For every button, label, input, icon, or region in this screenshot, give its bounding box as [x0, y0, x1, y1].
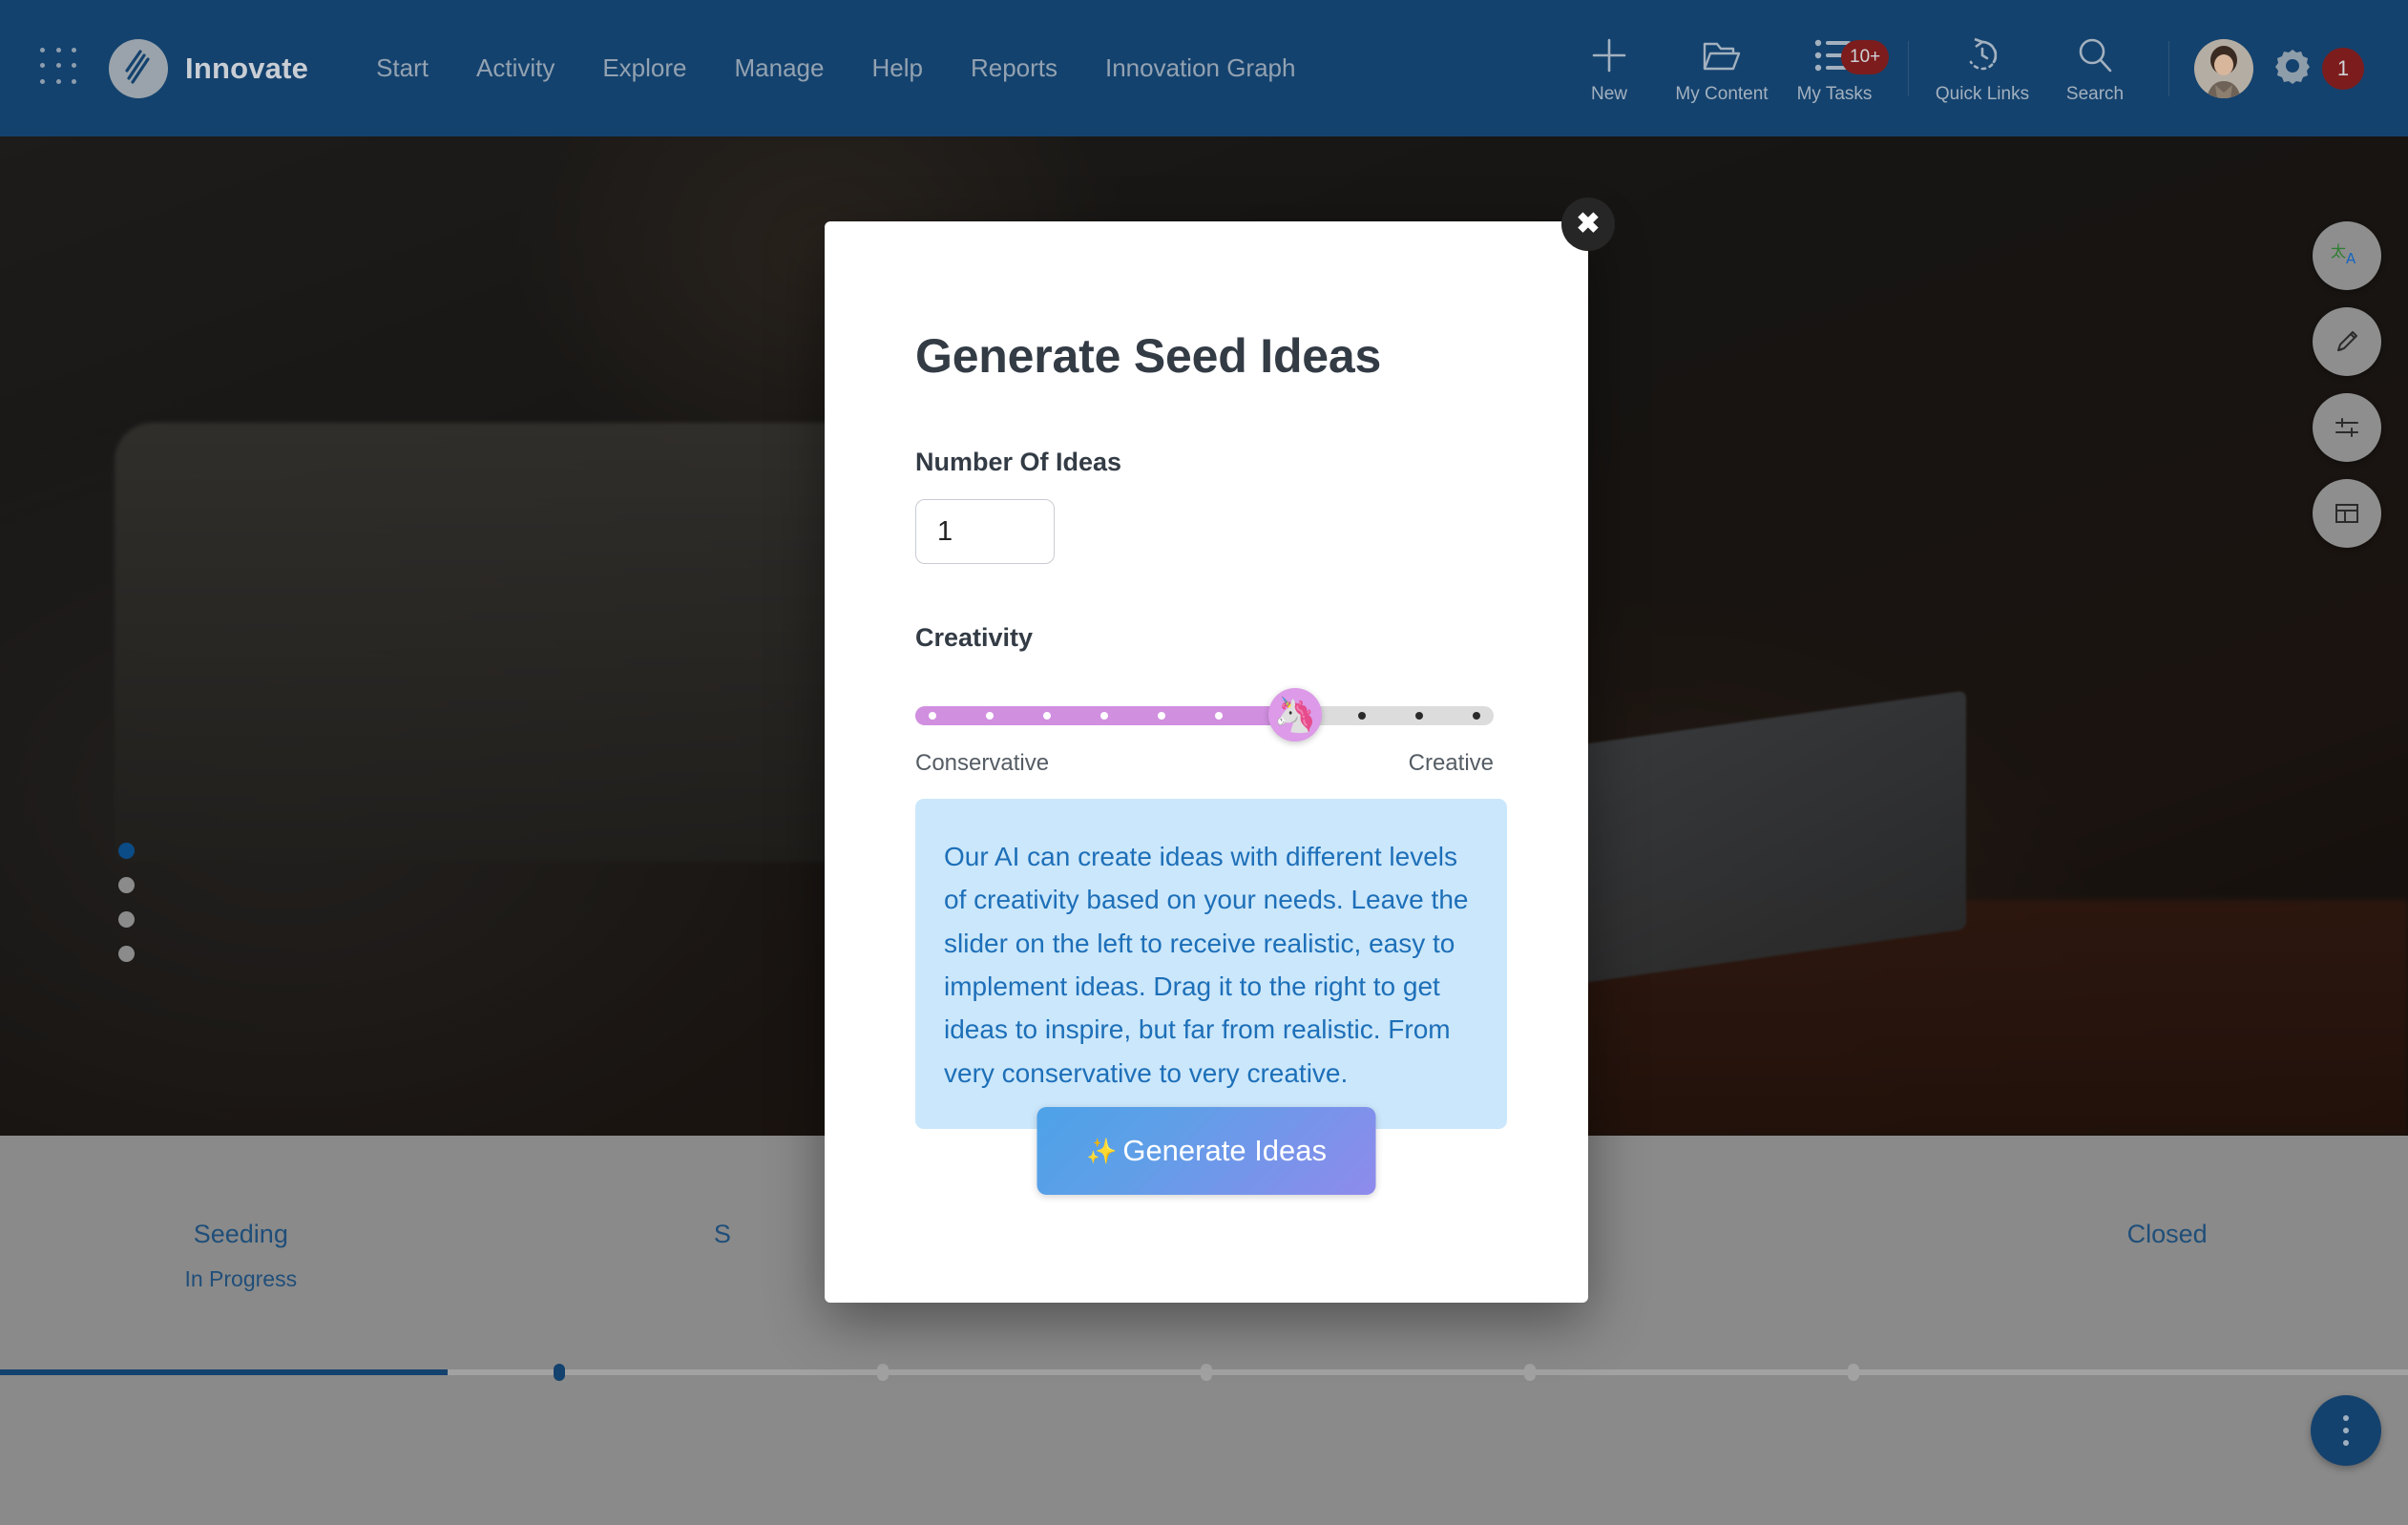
creativity-slider[interactable]: 🦄: [915, 688, 1494, 742]
folder-icon: [1702, 32, 1742, 78]
generate-seed-ideas-dialog: ✖ Generate Seed Ideas Number Of Ideas Cr…: [825, 198, 1615, 1303]
search-button[interactable]: Search: [2039, 32, 2151, 105]
nav-link-manage[interactable]: Manage: [711, 44, 848, 93]
generate-ideas-button-label: Generate Ideas: [1122, 1134, 1328, 1167]
new-button-label: New: [1590, 83, 1627, 104]
dialog-title: Generate Seed Ideas: [915, 329, 1382, 383]
slider-tick-9: [1415, 712, 1423, 720]
sparkles-icon: ✨: [1085, 1137, 1118, 1165]
nav-link-help[interactable]: Help: [848, 44, 946, 93]
floating-action-rail: 太 A: [2313, 221, 2381, 548]
apps-grid-icon[interactable]: [40, 47, 82, 90]
slider-tick-10: [1473, 712, 1480, 720]
my-content-button[interactable]: My Content: [1665, 32, 1778, 105]
svg-text:A: A: [2346, 250, 2356, 267]
stage-progress-track: [0, 1364, 2408, 1381]
my-tasks-button-label: My Tasks: [1796, 83, 1873, 104]
number-of-ideas-label: Number Of Ideas: [915, 448, 1122, 476]
unicorn-slider-thumb-icon[interactable]: 🦄: [1268, 688, 1322, 742]
new-button[interactable]: New: [1553, 32, 1665, 105]
slider-tick-3: [1043, 712, 1051, 720]
brand-logo-link[interactable]: Innovate: [109, 38, 309, 98]
stage-item-closed[interactable]: Closed: [1926, 1222, 2408, 1290]
carousel-dot-2[interactable]: [118, 877, 135, 893]
my-tasks-badge: 10+: [1841, 39, 1890, 74]
stage-node-1[interactable]: [554, 1364, 565, 1381]
edit-pencil-icon[interactable]: [2313, 307, 2381, 376]
translate-icon[interactable]: 太 A: [2313, 221, 2381, 290]
search-button-label: Search: [2065, 83, 2125, 104]
slider-tick-4: [1100, 712, 1108, 720]
stage-name: Closed: [2126, 1220, 2208, 1248]
innovate-logo-icon: [109, 38, 168, 98]
stage-item-seeding[interactable]: Seeding In Progress: [0, 1222, 482, 1290]
nav-divider-2: [2168, 40, 2169, 96]
search-icon: [2075, 32, 2115, 78]
carousel-dot-1[interactable]: [118, 843, 135, 859]
tune-sliders-icon[interactable]: [2313, 393, 2381, 462]
nav-link-reports[interactable]: Reports: [947, 44, 1081, 93]
more-vertical-icon[interactable]: [2311, 1395, 2381, 1466]
top-navigation-bar: Innovate Start Activity Explore Manage H…: [0, 0, 2408, 136]
avatar[interactable]: [2194, 38, 2253, 98]
quick-links-button[interactable]: Quick Links: [1926, 32, 2039, 105]
quick-links-button-label: Quick Links: [1935, 83, 2030, 104]
stage-node-5[interactable]: [1848, 1364, 1859, 1381]
stage-progress-fill: [0, 1369, 449, 1375]
slider-tick-1: [929, 712, 936, 720]
generate-ideas-button[interactable]: ✨ Generate Ideas: [1036, 1107, 1376, 1195]
stage-node-4[interactable]: [1524, 1364, 1536, 1381]
slider-tick-8: [1358, 712, 1366, 720]
stage-name: Seeding: [193, 1220, 288, 1248]
plus-icon: [1589, 32, 1629, 78]
settings-button[interactable]: 1: [2272, 46, 2364, 91]
slider-end-labels: Conservative Creative: [915, 750, 1494, 777]
my-tasks-button[interactable]: 10+ My Tasks: [1778, 32, 1891, 105]
stage-node-2[interactable]: [877, 1364, 889, 1381]
slider-tick-5: [1158, 712, 1165, 720]
nav-link-start[interactable]: Start: [352, 44, 452, 93]
nav-divider-1: [1908, 40, 1909, 96]
slider-min-label: Conservative: [915, 750, 1050, 776]
brand-name: Innovate: [185, 51, 309, 85]
slider-tick-2: [986, 712, 994, 720]
app-root: Innovate Start Activity Explore Manage H…: [0, 0, 2408, 1525]
creativity-label: Creativity: [915, 623, 1034, 652]
nav-link-activity[interactable]: Activity: [452, 44, 578, 93]
primary-nav-links: Start Activity Explore Manage Help Repor…: [352, 44, 1319, 93]
nav-link-explore[interactable]: Explore: [578, 44, 710, 93]
close-icon[interactable]: ✖: [1561, 198, 1615, 251]
stage-status: In Progress: [184, 1266, 298, 1291]
clock-history-icon: [1962, 32, 2002, 78]
carousel-dot-3[interactable]: [118, 911, 135, 928]
number-of-ideas-input[interactable]: [915, 499, 1055, 564]
carousel-dot-4[interactable]: [118, 946, 135, 962]
my-content-button-label: My Content: [1675, 83, 1769, 104]
nav-actions: New My Content 10+ My Tasks Quick Links …: [1553, 32, 2372, 105]
settings-badge: 1: [2322, 47, 2364, 90]
slider-tick-6: [1215, 712, 1223, 720]
creativity-info-box: Our AI can create ideas with different l…: [915, 799, 1507, 1130]
slider-max-label: Creative: [1408, 750, 1494, 776]
stage-node-3[interactable]: [1201, 1364, 1212, 1381]
nav-link-innovation-graph[interactable]: Innovation Graph: [1081, 44, 1319, 93]
svg-text:太: 太: [2331, 242, 2346, 261]
hero-carousel-dots: [118, 843, 135, 962]
gear-icon: [2272, 46, 2313, 91]
layout-panel-icon[interactable]: [2313, 479, 2381, 548]
